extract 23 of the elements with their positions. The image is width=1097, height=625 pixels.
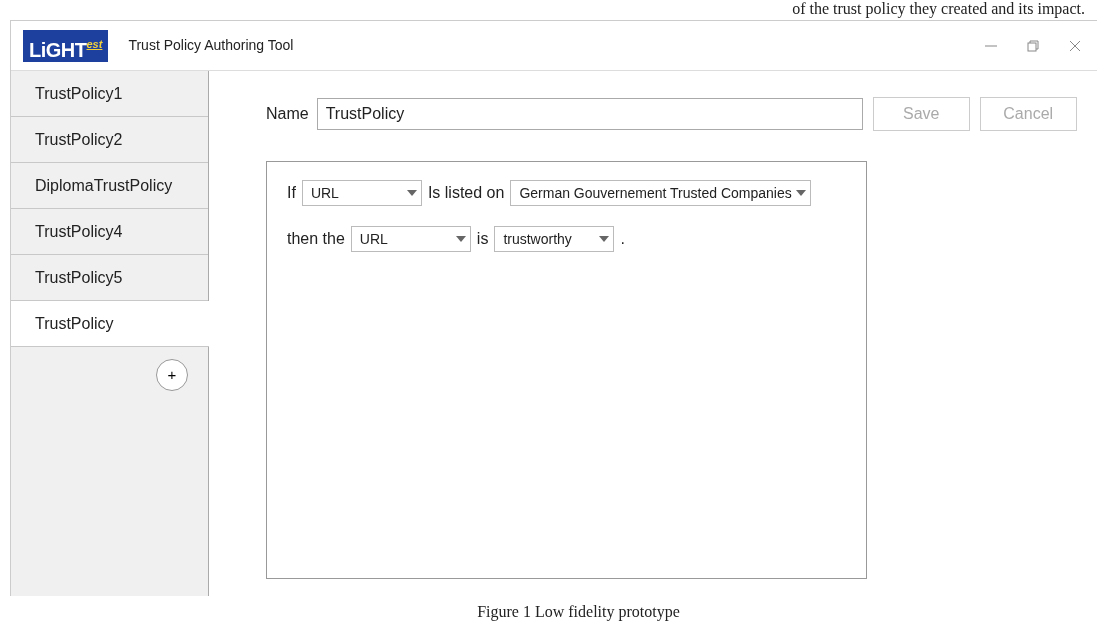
name-label: Name — [266, 104, 309, 124]
dropdown-caret-icon — [406, 190, 417, 196]
restore-icon[interactable] — [1027, 39, 1039, 52]
figure-caption: Figure 1 Low fidelity prototype — [477, 602, 680, 623]
rule-text: Is listed on — [427, 183, 505, 203]
add-button[interactable]: + — [156, 359, 188, 391]
rule-text: then the — [287, 229, 345, 249]
document-text: of the trust policy they created and its impact. — [792, 0, 1085, 18]
policy-tab[interactable]: TrustPolicy — [11, 301, 209, 347]
rule-text: is — [476, 229, 489, 249]
rule-dropdown[interactable]: URL — [301, 180, 422, 206]
rule-text: If — [287, 183, 296, 203]
close-icon[interactable] — [1069, 39, 1081, 52]
dropdown-caret-icon — [599, 236, 610, 242]
rule-dropdown[interactable]: URL — [350, 226, 471, 252]
rule-dropdown[interactable]: German Gouvernement Trusted Companies — [510, 180, 811, 206]
name-field[interactable]: TrustPolicy — [316, 98, 863, 130]
dropdown-caret-icon — [455, 236, 466, 242]
window-title: Trust Policy Authoring Tool — [128, 36, 294, 55]
rule-text: . — [620, 229, 625, 249]
minimize-icon[interactable] — [985, 44, 997, 47]
rule-dropdown[interactable]: trustworthy — [494, 226, 615, 252]
dropdown-caret-icon — [795, 190, 806, 196]
